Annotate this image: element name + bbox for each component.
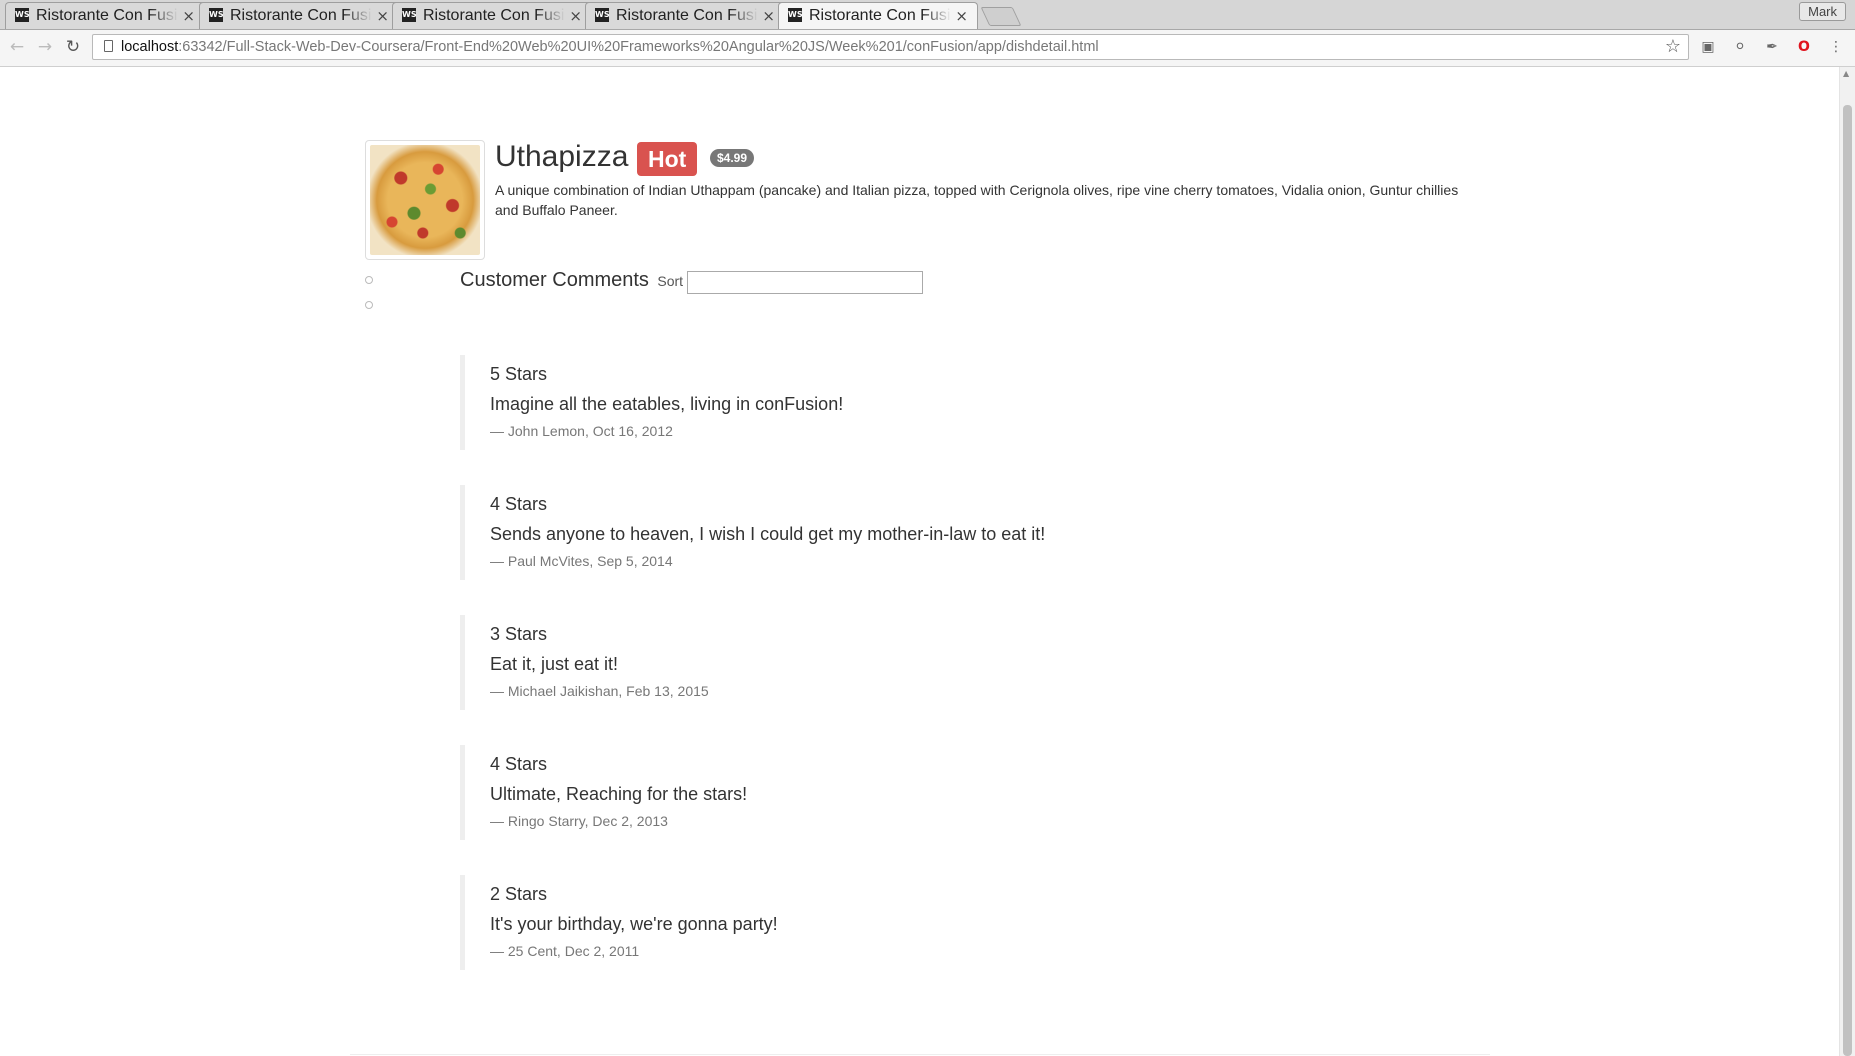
scrollbar-thumb[interactable]: [1843, 105, 1852, 1056]
tab-title: Ristorante Con Fusion: [616, 7, 758, 24]
tab-title: Ristorante Con Fusion: [423, 7, 565, 24]
tab-close-icon[interactable]: ×: [762, 7, 775, 25]
tab-title: Ristorante Con Fusion: [230, 7, 372, 24]
circle-extension-icon[interactable]: ⚪: [1731, 38, 1749, 56]
tab-title: Ristorante Con Fusion: [809, 7, 951, 24]
comment-rating: 2 Stars: [490, 884, 548, 904]
browser-tab[interactable]: WS Ristorante Con Fusion ×: [392, 2, 592, 29]
radio-button[interactable]: [365, 301, 373, 309]
back-arrow-icon[interactable]: ←: [6, 36, 28, 58]
comment-author-date: — Michael Jaikishan, Feb 13, 2015: [490, 683, 709, 699]
tab-close-icon[interactable]: ×: [182, 7, 195, 25]
price-badge: $4.99: [710, 149, 755, 167]
pocket-extension-icon[interactable]: ▣: [1699, 38, 1717, 56]
tab-close-icon[interactable]: ×: [955, 7, 968, 25]
sort-input[interactable]: [687, 271, 923, 294]
comment-blockquote: 4 Stars Ultimate, Reaching for the stars…: [460, 745, 1460, 840]
url-path: :63342/Full-Stack-Web-Dev-Coursera/Front…: [178, 39, 1099, 55]
comment-author-date: — 25 Cent, Dec 2, 2011: [490, 943, 640, 959]
browser-tab-active[interactable]: WS Ristorante Con Fusion ×: [778, 2, 978, 29]
forward-arrow-icon[interactable]: →: [34, 36, 56, 58]
hot-label-badge: Hot: [637, 142, 698, 176]
url-host: localhost: [121, 39, 179, 55]
browser-toolbar: ← → ↻ localhost:63342/Full-Stack-Web-Dev…: [0, 30, 1855, 67]
webstorm-favicon-icon: WS: [209, 8, 224, 22]
page-content: Uthapizza Hot $4.99 A unique combination…: [0, 67, 1840, 1056]
comment-rating: 3 Stars: [490, 624, 548, 644]
webstorm-favicon-icon: WS: [15, 8, 30, 22]
tab-strip: WS Ristorante Con Fusion × WS Ristorante…: [0, 0, 1855, 30]
reload-icon[interactable]: ↻: [62, 36, 84, 58]
comment-text: It's your birthday, we're gonna party!: [490, 914, 778, 934]
dish-description: A unique combination of Indian Uthappam …: [495, 182, 1459, 218]
browser-tab[interactable]: WS Ristorante Con Fusion ×: [199, 2, 399, 29]
opera-extension-icon[interactable]: O: [1795, 38, 1813, 56]
browser-tab[interactable]: WS Ristorante Con Fusion ×: [585, 2, 785, 29]
page-icon: [104, 40, 113, 52]
dish-thumbnail: [365, 140, 485, 260]
comments-title: Customer Comments: [460, 269, 649, 291]
comment-blockquote: 3 Stars Eat it, just eat it! — Michael J…: [460, 615, 1460, 710]
menu-icon[interactable]: ⋮: [1827, 38, 1845, 56]
vertical-scrollbar[interactable]: ▲: [1839, 67, 1855, 1056]
scroll-up-arrow-icon[interactable]: ▲: [1843, 69, 1849, 78]
comment-blockquote: 5 Stars Imagine all the eatables, living…: [460, 355, 1460, 450]
address-bar[interactable]: localhost:63342/Full-Stack-Web-Dev-Cours…: [92, 34, 1689, 60]
tab-close-icon[interactable]: ×: [569, 7, 582, 25]
radio-button[interactable]: [365, 276, 373, 284]
comment-rating: 4 Stars: [490, 754, 548, 774]
comment-blockquote: 4 Stars Sends anyone to heaven, I wish I…: [460, 485, 1460, 580]
comment-author-date: — John Lemon, Oct 16, 2012: [490, 423, 673, 439]
comment-rating: 5 Stars: [490, 364, 548, 384]
tab-close-icon[interactable]: ×: [376, 7, 389, 25]
webstorm-favicon-icon: WS: [788, 8, 803, 22]
eyedropper-extension-icon[interactable]: ✒: [1763, 38, 1781, 56]
webstorm-favicon-icon: WS: [402, 8, 417, 22]
comment-rating: 4 Stars: [490, 494, 548, 514]
comment-text: Sends anyone to heaven, I wish I could g…: [490, 524, 1046, 544]
footer-divider: [350, 1054, 1490, 1055]
browser-tab[interactable]: WS Ristorante Con Fusion ×: [5, 2, 205, 29]
tab-title: Ristorante Con Fusion: [36, 7, 178, 24]
pizza-image: [370, 145, 480, 255]
new-tab-button[interactable]: [980, 7, 1022, 26]
comment-text: Eat it, just eat it!: [490, 654, 619, 674]
url-text[interactable]: localhost:63342/Full-Stack-Web-Dev-Cours…: [121, 39, 1099, 55]
bookmark-star-icon[interactable]: ☆: [1665, 36, 1681, 57]
comment-text: Imagine all the eatables, living in conF…: [490, 394, 844, 414]
comment-blockquote: 2 Stars It's your birthday, we're gonna …: [460, 875, 1460, 970]
comment-text: Ultimate, Reaching for the stars!: [490, 784, 748, 804]
webstorm-favicon-icon: WS: [595, 8, 610, 22]
comments-header: Customer Comments Sort by:: [460, 269, 706, 292]
dish-name: Uthapizza: [495, 140, 629, 173]
profile-button[interactable]: Mark: [1799, 2, 1846, 21]
comment-author-date: — Paul McVites, Sep 5, 2014: [490, 553, 673, 569]
comment-author-date: — Ringo Starry, Dec 2, 2013: [490, 813, 668, 829]
